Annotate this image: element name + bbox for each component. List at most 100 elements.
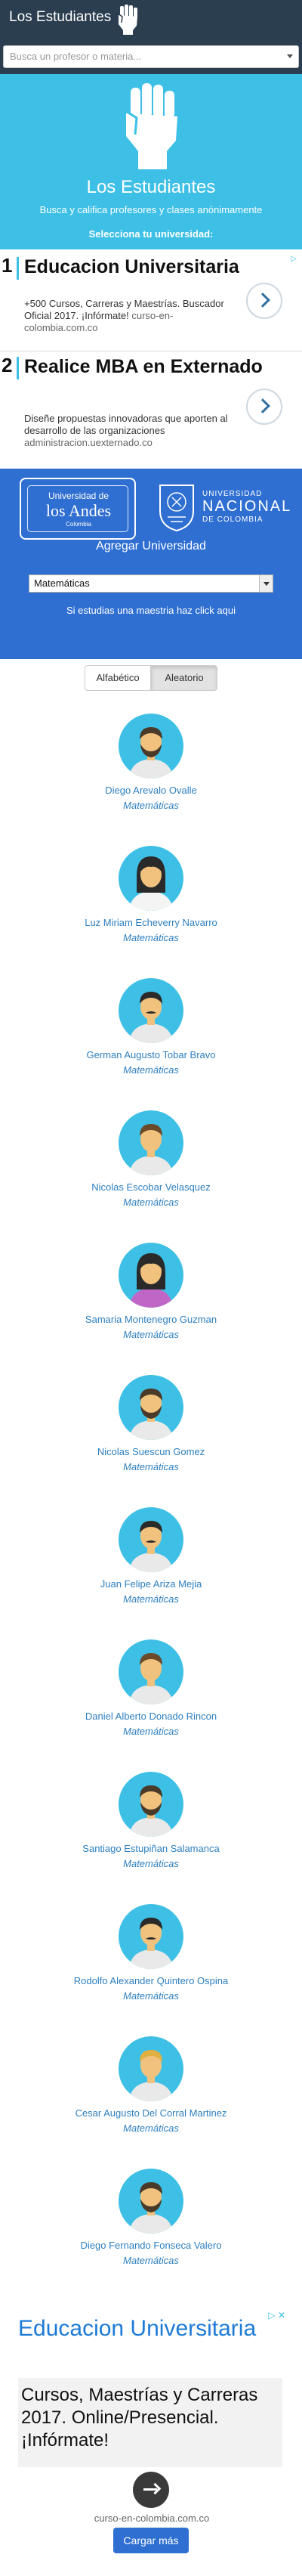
ad-description-text: Diseñe propuestas innovadoras que aporte…: [24, 413, 228, 436]
professor-name[interactable]: Nicolas Escobar Velasquez: [0, 1181, 302, 1193]
ad-description: Diseñe propuestas innovadoras que aporte…: [24, 413, 236, 449]
unal-line2: NACIONAL: [202, 498, 292, 515]
bottom-ad[interactable]: ▷ ✕ Educacion Universitaria Cursos, Maes…: [15, 2310, 288, 2524]
subject-select[interactable]: Matemáticas: [29, 574, 273, 593]
professor-card[interactable]: Nicolas Escobar Velasquez Matemáticas: [0, 1110, 302, 1243]
ad-number: 1: [2, 254, 13, 277]
fist-logo-icon: [124, 83, 177, 169]
professor-card[interactable]: Nicolas Suescun Gomez Matemáticas: [0, 1375, 302, 1507]
professor-name[interactable]: Samaria Montenegro Guzman: [0, 1314, 302, 1325]
ad-number: 2: [2, 354, 13, 376]
sort-alphabetical-button[interactable]: Alfabético: [85, 665, 151, 691]
navbar: Los Estudiantes: [0, 0, 302, 44]
brand-title[interactable]: Los Estudiantes: [9, 9, 111, 26]
ad-next-button[interactable]: [246, 389, 282, 425]
search-input[interactable]: Busca un profesor o materia...: [3, 45, 299, 68]
professor-name[interactable]: Juan Felipe Ariza Mejia: [0, 1578, 302, 1590]
uniandes-line2: los Andes: [45, 501, 112, 520]
ad-next-button[interactable]: [246, 283, 282, 319]
uniandes-line3: Colombia: [66, 521, 91, 528]
professor-subject[interactable]: Matemáticas: [0, 800, 302, 811]
professor-subject[interactable]: Matemáticas: [0, 932, 302, 943]
professor-subject[interactable]: Matemáticas: [0, 1858, 302, 1869]
avatar-icon[interactable]: [119, 846, 183, 911]
ad-description: +500 Cursos, Carreras y Maestrías. Busca…: [24, 298, 236, 334]
professor-name[interactable]: Santiago Estupiñan Salamanca: [0, 1843, 302, 1854]
ad-accent-bar: [17, 257, 19, 280]
avatar-icon[interactable]: [119, 1110, 183, 1175]
ad-block[interactable]: ▷ 1 Educacion Universitaria +500 Cursos,…: [0, 252, 302, 349]
avatar-icon[interactable]: [119, 1243, 183, 1308]
uniandes-logo-inner: Universidad de los Andes Colombia: [27, 485, 128, 532]
chevron-down-icon[interactable]: [287, 54, 293, 58]
professor-name[interactable]: German Augusto Tobar Bravo: [0, 1049, 302, 1060]
professor-name[interactable]: Luz Miriam Echeverry Navarro: [0, 917, 302, 928]
chevron-right-icon: [255, 293, 270, 308]
add-university-link[interactable]: Agregar Universidad: [0, 540, 302, 553]
professor-name[interactable]: Daniel Alberto Donado Rincon: [0, 1711, 302, 1722]
professor-card[interactable]: Diego Arevalo Ovalle Matemáticas: [0, 714, 302, 846]
professor-subject[interactable]: Matemáticas: [0, 1197, 302, 1208]
professor-subject[interactable]: Matemáticas: [0, 1064, 302, 1076]
avatar-icon[interactable]: [119, 1507, 183, 1572]
select-university-prompt: Selecciona tu universidad:: [88, 228, 214, 240]
ad-choices-icon[interactable]: ▷: [288, 254, 299, 265]
unal-logo[interactable]: UNIVERSIDAD NACIONAL DE COLOMBIA: [202, 490, 291, 524]
search-bar: Busca un profesor o materia...: [0, 44, 302, 74]
avatar-icon[interactable]: [119, 1375, 183, 1440]
maestria-link[interactable]: Si estudias una maestria haz click aqui: [0, 605, 302, 616]
hero-title: Los Estudiantes: [86, 177, 216, 197]
bottom-ad-title[interactable]: Educacion Universitaria: [18, 2314, 275, 2343]
avatar-icon[interactable]: [119, 1639, 183, 1704]
chevron-right-icon: [255, 398, 270, 413]
ad-description-text: +500 Cursos, Carreras y Maestrías. Busca…: [24, 298, 224, 321]
ad-url[interactable]: administracion.uexternado.co: [24, 437, 236, 449]
professor-subject[interactable]: Matemáticas: [0, 1990, 302, 2002]
bottom-ad-url[interactable]: curso-en-colombia.com.co: [15, 2513, 288, 2524]
avatar-icon[interactable]: [119, 2036, 183, 2101]
professor-name[interactable]: Rodolfo Alexander Quintero Ospina: [0, 1975, 302, 1986]
professor-card[interactable]: Cesar Augusto Del Corral Martinez Matemát…: [0, 2036, 302, 2169]
professor-card[interactable]: Santiago Estupiñan Salamanca Matemáticas: [0, 1772, 302, 1904]
load-more-button[interactable]: Cargar más: [113, 2528, 189, 2553]
unal-line1: UNIVERSIDAD: [202, 490, 263, 498]
hero-banner: Los Estudiantes Busca y califica profeso…: [0, 74, 302, 249]
avatar-icon[interactable]: [119, 978, 183, 1043]
unal-line3: DE COLOMBIA: [202, 516, 263, 524]
professor-subject[interactable]: Matemáticas: [0, 2255, 302, 2266]
ad-title[interactable]: Realice MBA en Externado: [24, 355, 281, 378]
bottom-ad-description: Cursos, Maestrías y Carreras 2017. Onlin…: [18, 2378, 282, 2467]
professor-subject[interactable]: Matemáticas: [0, 2122, 302, 2134]
professor-card[interactable]: Samaria Montenegro Guzman Matemáticas: [0, 1243, 302, 1375]
avatar-icon[interactable]: [119, 2169, 183, 2234]
professor-card[interactable]: Juan Felipe Ariza Mejia Matemáticas: [0, 1507, 302, 1639]
professor-card[interactable]: Daniel Alberto Donado Rincon Matemáticas: [0, 1639, 302, 1772]
ad-accent-bar: [17, 357, 19, 379]
professor-name[interactable]: Cesar Augusto Del Corral Martinez: [0, 2107, 302, 2119]
sort-random-button[interactable]: Aleatorio: [151, 665, 217, 691]
avatar-icon[interactable]: [119, 714, 183, 779]
ad-title[interactable]: Educacion Universitaria: [24, 255, 281, 278]
professor-subject[interactable]: Matemáticas: [0, 1329, 302, 1340]
subject-select-value: Matemáticas: [34, 577, 90, 589]
professor-subject[interactable]: Matemáticas: [0, 1461, 302, 1472]
professor-name[interactable]: Diego Arevalo Ovalle: [0, 785, 302, 796]
uniandes-line1: Universidad de: [48, 491, 109, 501]
professor-subject[interactable]: Matemáticas: [0, 1726, 302, 1737]
sort-toggle: Alfabético Aleatorio: [85, 665, 217, 691]
avatar-icon[interactable]: [119, 1772, 183, 1837]
professor-card[interactable]: Rodolfo Alexander Quintero Ospina Matemát…: [0, 1904, 302, 2036]
fist-logo-icon[interactable]: [115, 3, 140, 36]
arrow-right-icon[interactable]: [133, 2472, 169, 2508]
professor-subject[interactable]: Matemáticas: [0, 1593, 302, 1605]
professor-card[interactable]: Diego Fernando Fonseca Valero Matemáticas: [0, 2169, 302, 2301]
uniandes-logo[interactable]: Universidad de los Andes Colombia: [20, 478, 136, 540]
professor-card[interactable]: Luz Miriam Echeverry Navarro Matemáticas: [0, 846, 302, 978]
professor-card[interactable]: German Augusto Tobar Bravo Matemáticas: [0, 978, 302, 1110]
professor-name[interactable]: Diego Fernando Fonseca Valero: [0, 2240, 302, 2251]
professor-name[interactable]: Nicolas Suescun Gomez: [0, 1446, 302, 1457]
avatar-icon[interactable]: [119, 1904, 183, 1969]
hero-subtitle: Busca y califica profesores y clases anó…: [39, 204, 263, 215]
chevron-down-icon: [259, 575, 273, 592]
unal-seal-icon[interactable]: [156, 481, 198, 534]
